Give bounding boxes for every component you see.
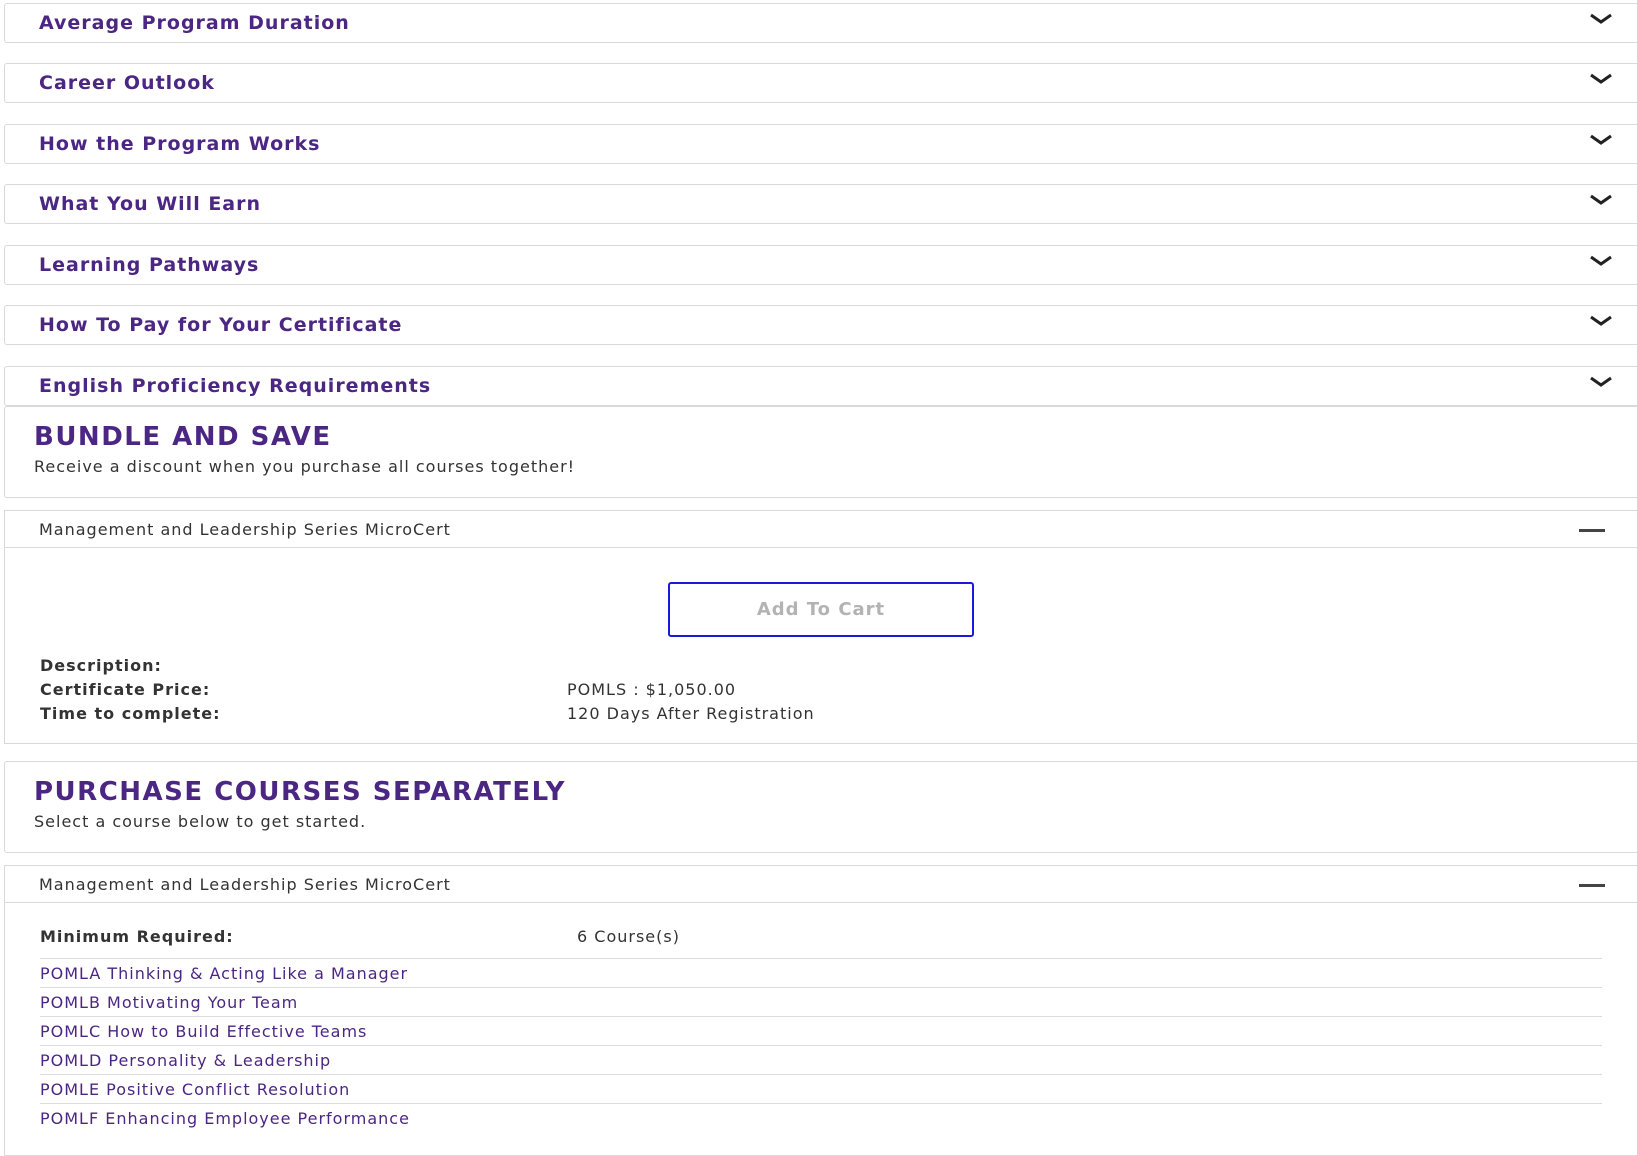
accordion-label: How the Program Works bbox=[39, 133, 321, 155]
course-link-pomlf[interactable]: POMLF Enhancing Employee Performance bbox=[40, 1109, 410, 1128]
accordion-label: Average Program Duration bbox=[39, 12, 350, 34]
accordion-how-the-program-works[interactable]: How the Program Works bbox=[4, 124, 1637, 164]
chevron-down-icon bbox=[1590, 376, 1612, 387]
list-item: POMLA Thinking & Acting Like a Manager bbox=[40, 958, 1602, 987]
chevron-down-icon bbox=[1590, 194, 1612, 205]
separate-panel-title: Management and Leadership Series MicroCe… bbox=[39, 875, 451, 894]
accordion-label: Learning Pathways bbox=[39, 254, 260, 276]
separate-subtitle: Select a course below to get started. bbox=[34, 812, 367, 831]
course-link-pomlb[interactable]: POMLB Motivating Your Team bbox=[40, 993, 298, 1012]
bundle-section bbox=[4, 406, 1637, 498]
separate-section bbox=[4, 761, 1637, 853]
list-item: POMLC How to Build Effective Teams bbox=[40, 1016, 1602, 1045]
accordion-label: What You Will Earn bbox=[39, 193, 262, 215]
course-link-pomle[interactable]: POMLE Positive Conflict Resolution bbox=[40, 1080, 350, 1099]
accordion-how-to-pay[interactable]: How To Pay for Your Certificate bbox=[4, 305, 1637, 345]
certificate-price-label: Certificate Price: bbox=[40, 680, 211, 699]
course-link-pomlc[interactable]: POMLC How to Build Effective Teams bbox=[40, 1022, 367, 1041]
list-item: POMLE Positive Conflict Resolution bbox=[40, 1074, 1602, 1103]
certificate-price-value: POMLS : $1,050.00 bbox=[567, 680, 737, 699]
bundle-title: BUNDLE AND SAVE bbox=[34, 422, 332, 452]
minimum-required-value: 6 Course(s) bbox=[577, 927, 680, 946]
chevron-down-icon bbox=[1590, 255, 1612, 266]
chevron-down-icon bbox=[1590, 13, 1612, 24]
collapse-icon bbox=[1579, 529, 1605, 532]
add-to-cart-button[interactable]: Add To Cart bbox=[668, 582, 974, 637]
time-to-complete-label: Time to complete: bbox=[40, 704, 221, 723]
accordion-learning-pathways[interactable]: Learning Pathways bbox=[4, 245, 1637, 285]
bundle-panel-title: Management and Leadership Series MicroCe… bbox=[39, 520, 451, 539]
collapse-icon bbox=[1579, 884, 1605, 887]
bundle-subtitle: Receive a discount when you purchase all… bbox=[34, 457, 576, 476]
accordion-label: How To Pay for Your Certificate bbox=[39, 314, 403, 336]
course-link-pomla[interactable]: POMLA Thinking & Acting Like a Manager bbox=[40, 964, 408, 983]
chevron-down-icon bbox=[1590, 315, 1612, 326]
time-to-complete-value: 120 Days After Registration bbox=[567, 704, 815, 723]
accordion-label: Career Outlook bbox=[39, 72, 215, 94]
separate-title: PURCHASE COURSES SEPARATELY bbox=[34, 777, 567, 807]
bundle-panel-header[interactable]: Management and Leadership Series MicroCe… bbox=[4, 510, 1637, 548]
accordion-average-program-duration[interactable]: Average Program Duration bbox=[4, 3, 1637, 43]
chevron-down-icon bbox=[1590, 134, 1612, 145]
list-item: POMLB Motivating Your Team bbox=[40, 987, 1602, 1016]
chevron-down-icon bbox=[1590, 73, 1612, 84]
separate-panel-header[interactable]: Management and Leadership Series MicroCe… bbox=[4, 865, 1637, 903]
course-link-pomld[interactable]: POMLD Personality & Leadership bbox=[40, 1051, 331, 1070]
accordion-label: English Proficiency Requirements bbox=[39, 375, 432, 397]
accordion-career-outlook[interactable]: Career Outlook bbox=[4, 63, 1637, 103]
accordion-what-you-will-earn[interactable]: What You Will Earn bbox=[4, 184, 1637, 224]
course-list: POMLA Thinking & Acting Like a Manager P… bbox=[40, 958, 1602, 1132]
list-item: POMLF Enhancing Employee Performance bbox=[40, 1103, 1602, 1132]
bundle-panel-body bbox=[4, 548, 1637, 744]
list-item: POMLD Personality & Leadership bbox=[40, 1045, 1602, 1074]
description-label: Description: bbox=[40, 656, 162, 675]
accordion-english-proficiency[interactable]: English Proficiency Requirements bbox=[4, 366, 1637, 406]
minimum-required-label: Minimum Required: bbox=[40, 927, 234, 946]
